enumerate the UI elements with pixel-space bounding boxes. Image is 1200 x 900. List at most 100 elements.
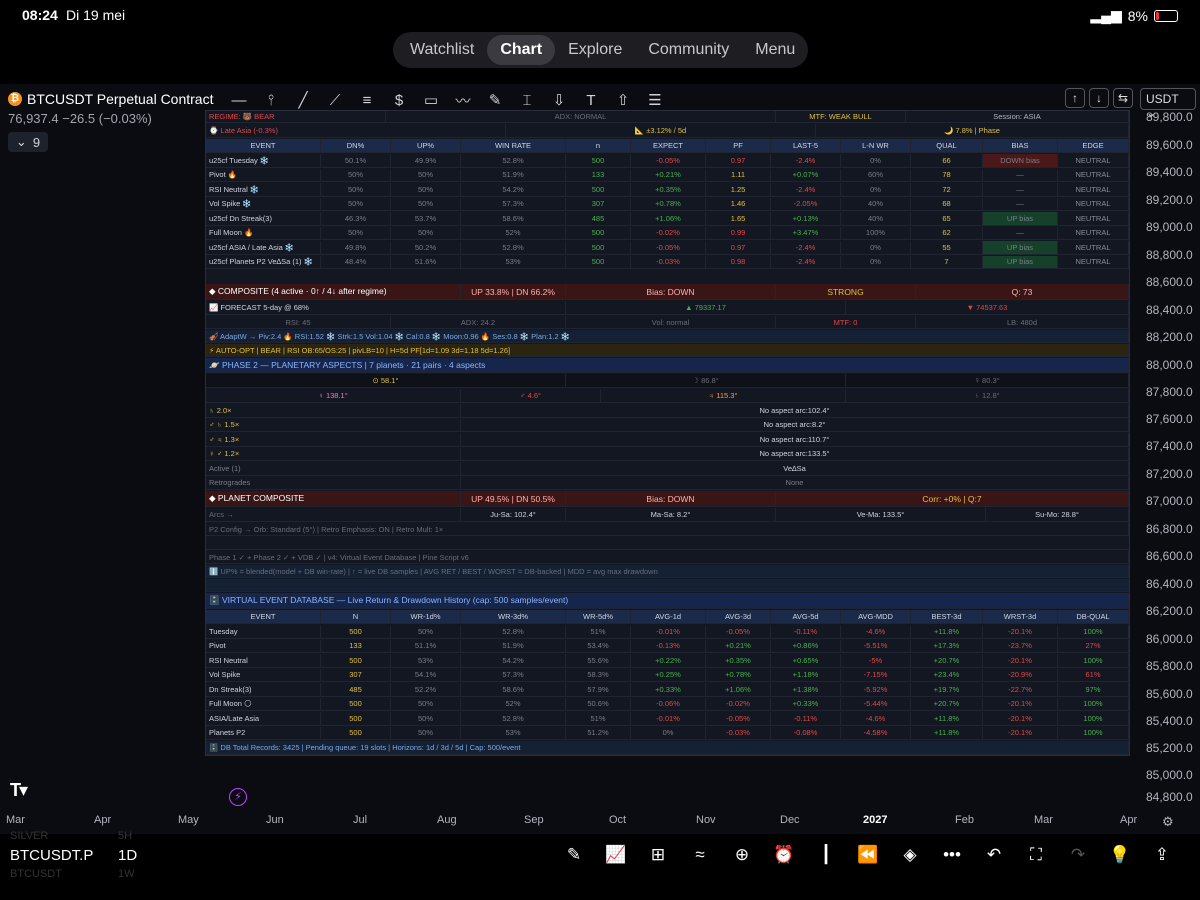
gear-icon[interactable]: ⚙ bbox=[1162, 814, 1174, 830]
forecast-up: ▲ 79337.17 bbox=[566, 301, 846, 314]
table-cell: 50% bbox=[391, 697, 461, 710]
time-axis[interactable]: Mar Apr May Jun Jul Aug Sep Oct Nov Dec … bbox=[0, 814, 1160, 830]
x-tick: 2027 bbox=[863, 814, 888, 826]
table-cell: 100% bbox=[1058, 726, 1129, 739]
table-cell: 61% bbox=[1058, 668, 1129, 681]
arrow-up-icon[interactable]: ⇧ bbox=[612, 91, 634, 109]
symbol-header[interactable]: ₿ BTCUSDT Perpetual Contract bbox=[8, 91, 213, 107]
nav-menu[interactable]: Menu bbox=[742, 35, 808, 65]
x-tick: Feb bbox=[955, 814, 974, 826]
table-cell: 0% bbox=[841, 241, 911, 254]
y-tick: 86,400.0 bbox=[1146, 577, 1193, 591]
col-header: UP% bbox=[391, 139, 461, 152]
lightning-icon[interactable]: ⚡ bbox=[229, 788, 247, 806]
nav-watchlist[interactable]: Watchlist bbox=[397, 35, 487, 65]
more-icon[interactable]: ••• bbox=[938, 845, 966, 867]
redo-icon[interactable]: ↷ bbox=[1064, 845, 1092, 867]
table-cell: UP bias bbox=[983, 241, 1058, 254]
table-cell: -20.1% bbox=[983, 625, 1058, 638]
layers-icon[interactable]: ◈ bbox=[896, 845, 924, 867]
scroll-down-icon[interactable]: ↓ bbox=[1089, 88, 1109, 108]
bottom-toolbar: ✎ 📈 ⊞ ≈ ⊕ ⏰ ┃ ⏪ ◈ ••• ↶ ⛶ ↷ 💡 ⇪ bbox=[560, 845, 1176, 867]
aspect-label: Retrogrades bbox=[206, 476, 461, 489]
y-tick: 87,200.0 bbox=[1146, 467, 1193, 481]
interval-picker[interactable]: 1D bbox=[118, 847, 137, 864]
table-row: Full Moon 🔥 50% 50% 52% 500 -0.02% 0.99 +3.47% 1… bbox=[206, 226, 1129, 240]
forecast-label: 📈 FORECAST 5-day @ 68% bbox=[206, 301, 566, 314]
horizontal-line-icon[interactable]: — bbox=[228, 92, 250, 109]
table-cell: 58.6% bbox=[461, 212, 566, 225]
table-cell: 500 bbox=[566, 255, 631, 268]
add-icon[interactable]: ⊕ bbox=[728, 845, 756, 867]
alert-clock-icon[interactable]: ⏰ bbox=[770, 845, 798, 867]
brush-icon[interactable]: ✎ bbox=[484, 91, 506, 109]
nav-explore[interactable]: Explore bbox=[555, 35, 635, 65]
table-cell: NEUTRAL bbox=[1058, 168, 1129, 181]
aspect-row: ♂ ♃ 1.3× No aspect arc:110.7° bbox=[206, 433, 1129, 447]
arrow-down-icon[interactable]: ⇩ bbox=[548, 91, 570, 109]
layout-grid-icon[interactable]: ⊞ bbox=[644, 845, 672, 867]
table-cell: Full Moon 🌕 bbox=[206, 697, 321, 710]
stat-mtf: MTF: 0 bbox=[776, 316, 916, 328]
col-header: EVENT bbox=[206, 139, 321, 152]
currency-select[interactable]: USDT ⌄ bbox=[1140, 88, 1196, 120]
draw-icon[interactable]: ✎ bbox=[560, 845, 588, 867]
indicators-icon[interactable]: 📈 bbox=[602, 845, 630, 867]
nav-community[interactable]: Community bbox=[635, 35, 742, 65]
rectangle-icon[interactable]: ▭ bbox=[420, 91, 442, 109]
undo-icon[interactable]: ↶ bbox=[980, 845, 1008, 867]
lightbulb-icon[interactable]: 💡 bbox=[1106, 845, 1134, 867]
nav-chart[interactable]: Chart bbox=[487, 35, 556, 65]
table-cell: 46.3% bbox=[321, 212, 391, 225]
late-asia-row: ⌚ Late Asia (-0.3%) 📐 ±3.12% / 5d 🌙 7.8%… bbox=[206, 124, 1129, 138]
table-cell: -4.6% bbox=[841, 625, 911, 638]
ray-icon[interactable]: ⟋ bbox=[324, 92, 346, 109]
indicator-count-button[interactable]: ⌄ 9 bbox=[8, 132, 48, 152]
fullscreen-icon[interactable]: ⛶ bbox=[1022, 845, 1050, 867]
y-tick: 89,400.0 bbox=[1146, 165, 1193, 179]
ghost-interval: 1W bbox=[118, 868, 135, 880]
arcs-row: Arcs → Ju-Sa: 102.4° Ma-Sa: 8.2° Ve-Ma: … bbox=[206, 508, 1129, 522]
arc-cell: Su-Mo: 28.8° bbox=[986, 508, 1129, 521]
table-cell: 65 bbox=[911, 212, 983, 225]
table-cell: 27% bbox=[1058, 639, 1129, 652]
pitchfork-icon[interactable]: ⫯ bbox=[260, 92, 282, 109]
table-cell: +0.25% bbox=[631, 668, 706, 681]
aspect-label: Active (1) bbox=[206, 462, 461, 475]
table-cell: 57.3% bbox=[461, 668, 566, 681]
table-cell: 7 bbox=[911, 255, 983, 268]
candles-icon[interactable]: ┃ bbox=[812, 845, 840, 867]
chart-top-right-buttons: ↑ ↓ ⇆ bbox=[1065, 88, 1133, 108]
status-time: 08:24 bbox=[22, 7, 58, 23]
path-icon[interactable]: 〰 bbox=[452, 90, 474, 111]
table-cell: Vol Spike bbox=[206, 668, 321, 681]
table-cell: -0.03% bbox=[631, 255, 706, 268]
measure-icon[interactable]: ⌶ bbox=[516, 92, 538, 109]
table-cell: -2.4% bbox=[771, 241, 841, 254]
table-cell: u25cf Planets P2 Ve∆Sa (1) ❄️ bbox=[206, 255, 321, 268]
table-cell: +0.78% bbox=[706, 668, 771, 681]
compare-icon[interactable]: ⇆ bbox=[1113, 88, 1133, 108]
text-icon[interactable]: T bbox=[580, 92, 602, 109]
menu-lines-icon[interactable]: ☰ bbox=[644, 91, 666, 109]
last-price: 76,937.4 bbox=[8, 111, 59, 126]
table-cell: -5.92% bbox=[841, 683, 911, 696]
share-icon[interactable]: ⇪ bbox=[1148, 845, 1176, 867]
aspect-value: No aspect arc:133.5° bbox=[461, 447, 1129, 460]
table-cell: +0.21% bbox=[706, 639, 771, 652]
table-cell: +0.78% bbox=[631, 197, 706, 210]
symbol-picker[interactable]: BTCUSDT.P bbox=[10, 847, 93, 864]
fib-icon[interactable]: ≡ bbox=[356, 92, 378, 109]
price-range-icon[interactable]: $ bbox=[388, 92, 410, 109]
trend-line-icon[interactable]: ╱ bbox=[292, 91, 314, 109]
y-tick: 87,400.0 bbox=[1146, 439, 1193, 453]
composite-row: ◆ COMPOSITE (4 active · 0↑ / 4↓ after re… bbox=[206, 284, 1129, 300]
replay-icon[interactable]: ⏪ bbox=[854, 845, 882, 867]
adapt-row: 🎻 AdaptW → Piv:2.4 🔥 RSI:1.52 ❄️ Strk:1.… bbox=[206, 330, 1129, 343]
table-cell: 55 bbox=[911, 241, 983, 254]
table-cell: +1.18% bbox=[771, 668, 841, 681]
col-header: DB-QUAL bbox=[1058, 610, 1129, 623]
scroll-up-icon[interactable]: ↑ bbox=[1065, 88, 1085, 108]
compare-icon[interactable]: ≈ bbox=[686, 845, 714, 867]
y-tick: 87,600.0 bbox=[1146, 412, 1193, 426]
